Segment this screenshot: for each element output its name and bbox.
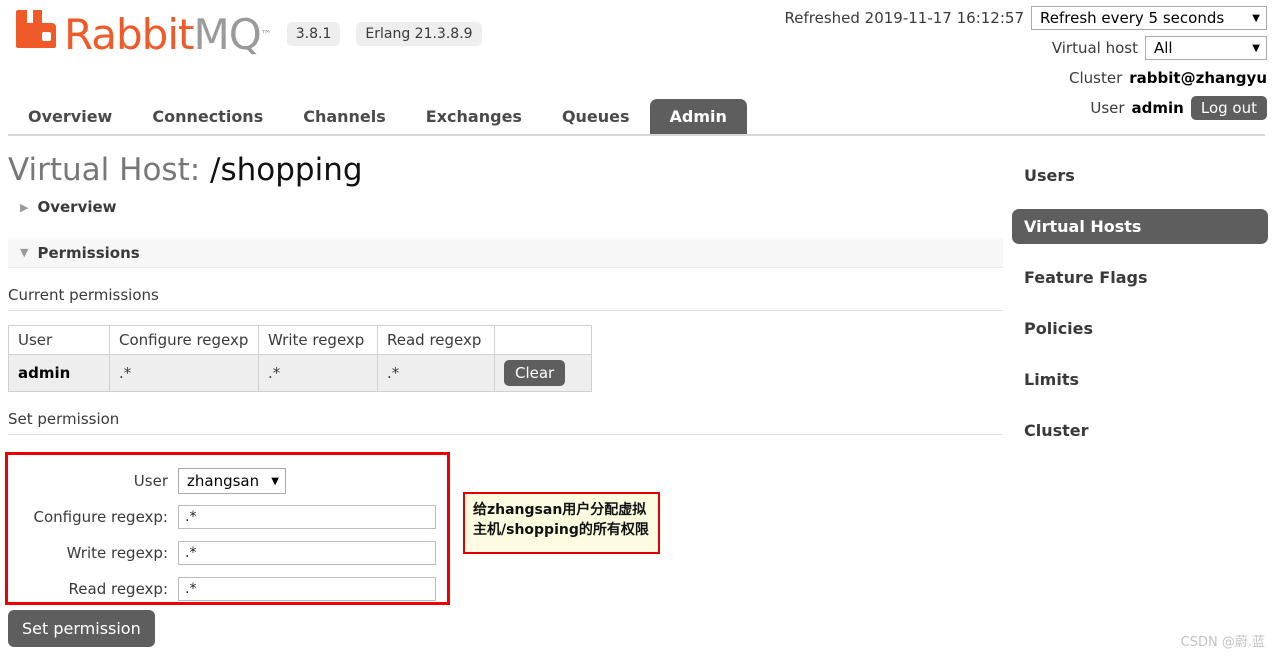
erlang-version-badge: Erlang 21.3.8.9 [356, 22, 481, 46]
form-row-configure: Configure regexp: [16, 499, 436, 535]
chevron-down-icon: ▼ [271, 476, 279, 487]
refresh-row: Refreshed 2019-11-17 16:12:57 Refresh ev… [785, 4, 1267, 32]
cell-configure-regexp: .* [110, 355, 259, 392]
main-navigation: Overview Connections Channels Exchanges … [0, 96, 1273, 136]
set-permission-label: Set permission [8, 410, 1003, 435]
annotation-line-1: 给zhangsan用户分配虚拟 [473, 500, 650, 520]
chevron-right-icon: ▶ [20, 201, 28, 214]
set-permission-form: User zhangsan ▼ Configure regexp: Write … [16, 463, 436, 607]
logo-rabbit-text: Rabbit [64, 10, 193, 59]
current-permissions-label: Current permissions [8, 286, 1003, 311]
rabbit-logo-icon [14, 8, 60, 50]
admin-sidebar: Users Virtual Hosts Feature Flags Polici… [1012, 158, 1268, 464]
cell-read-regexp: .* [378, 355, 495, 392]
form-row-read: Read regexp: [16, 571, 436, 607]
current-permissions-table: User Configure regexp Write regexp Read … [8, 325, 592, 392]
refresh-interval-value: Refresh every 5 seconds [1040, 9, 1224, 27]
page-title: Virtual Host: /shopping [8, 150, 1003, 190]
clear-permission-button[interactable]: Clear [504, 360, 565, 386]
user-select[interactable]: zhangsan ▼ [178, 468, 286, 494]
chevron-down-icon: ▼ [1252, 43, 1260, 54]
chevron-down-icon: ▼ [1252, 13, 1260, 24]
tab-exchanges[interactable]: Exchanges [406, 99, 542, 134]
column-header-configure-regexp: Configure regexp [110, 326, 259, 355]
form-label-configure-regexp: Configure regexp: [16, 508, 178, 526]
sidebar-item-virtual-hosts[interactable]: Virtual Hosts [1012, 209, 1268, 244]
set-permission-button[interactable]: Set permission [8, 610, 155, 647]
tab-overview[interactable]: Overview [8, 99, 132, 134]
tab-connections[interactable]: Connections [132, 99, 283, 134]
tab-list: Overview Connections Channels Exchanges … [8, 99, 747, 134]
sidebar-item-limits[interactable]: Limits [1012, 362, 1268, 397]
annotation-callout: 给zhangsan用户分配虚拟 主机/shopping的所有权限 [463, 492, 660, 554]
set-permission-highlight-box: User zhangsan ▼ Configure regexp: Write … [5, 452, 450, 605]
logo-mq-text: MQ [193, 10, 260, 59]
section-overview[interactable]: ▶ Overview [8, 192, 1003, 222]
vhost-filter-value: All [1154, 39, 1173, 57]
vhost-filter-select[interactable]: All ▼ [1145, 36, 1267, 60]
table-header-row: User Configure regexp Write regexp Read … [9, 326, 592, 355]
sidebar-item-feature-flags[interactable]: Feature Flags [1012, 260, 1268, 295]
form-label-write-regexp: Write regexp: [16, 544, 178, 562]
form-label-read-regexp: Read regexp: [16, 580, 178, 598]
form-label-user: User [16, 472, 178, 490]
section-permissions-label: Permissions [37, 244, 139, 262]
tab-admin[interactable]: Admin [650, 99, 747, 134]
watermark: CSDN @蔚.蓝 [1181, 631, 1265, 650]
annotation-line-2: 主机/shopping的所有权限 [473, 520, 650, 540]
version-badge: 3.8.1 [287, 22, 341, 46]
column-header-write-regexp: Write regexp [259, 326, 378, 355]
cluster-row: Cluster rabbit@zhangyu [785, 64, 1267, 92]
vhost-filter-label: Virtual host [1052, 39, 1138, 57]
sidebar-item-cluster[interactable]: Cluster [1012, 413, 1268, 448]
cluster-name: rabbit@zhangyu [1129, 69, 1267, 87]
user-select-value: zhangsan [187, 472, 259, 490]
configure-regexp-input[interactable] [178, 505, 436, 529]
column-header-read-regexp: Read regexp [378, 326, 495, 355]
tab-queues[interactable]: Queues [542, 99, 650, 134]
brand-logo[interactable]: RabbitMQ™ 3.8.1 Erlang 21.3.8.9 [14, 8, 482, 56]
tab-underline [8, 134, 1265, 136]
cell-user: admin [9, 355, 110, 392]
table-row: admin .* .* .* Clear [9, 355, 592, 392]
app-header: RabbitMQ™ 3.8.1 Erlang 21.3.8.9 Refreshe… [0, 0, 1273, 92]
read-regexp-input[interactable] [178, 577, 436, 601]
sidebar-item-policies[interactable]: Policies [1012, 311, 1268, 346]
chevron-down-icon: ▼ [20, 246, 28, 259]
column-header-actions [495, 326, 592, 355]
page-title-prefix: Virtual Host: [8, 152, 200, 188]
page-title-vhost: /shopping [210, 152, 363, 188]
section-permissions[interactable]: ▼ Permissions [8, 238, 1003, 268]
logo-tm-mark: ™ [261, 28, 271, 45]
vhost-row: Virtual host All ▼ [785, 34, 1267, 62]
cell-write-regexp: .* [259, 355, 378, 392]
form-row-write: Write regexp: [16, 535, 436, 571]
main-content: Virtual Host: /shopping ▶ Overview ▼ Per… [8, 150, 1003, 435]
tab-channels[interactable]: Channels [283, 99, 406, 134]
cell-actions: Clear [495, 355, 592, 392]
write-regexp-input[interactable] [178, 541, 436, 565]
section-overview-label: Overview [37, 198, 116, 216]
column-header-user: User [9, 326, 110, 355]
sidebar-item-users[interactable]: Users [1012, 158, 1268, 193]
form-row-user: User zhangsan ▼ [16, 463, 436, 499]
refreshed-timestamp: Refreshed 2019-11-17 16:12:57 [785, 9, 1024, 27]
refresh-interval-select[interactable]: Refresh every 5 seconds ▼ [1031, 6, 1267, 30]
cluster-label: Cluster [1069, 69, 1122, 87]
